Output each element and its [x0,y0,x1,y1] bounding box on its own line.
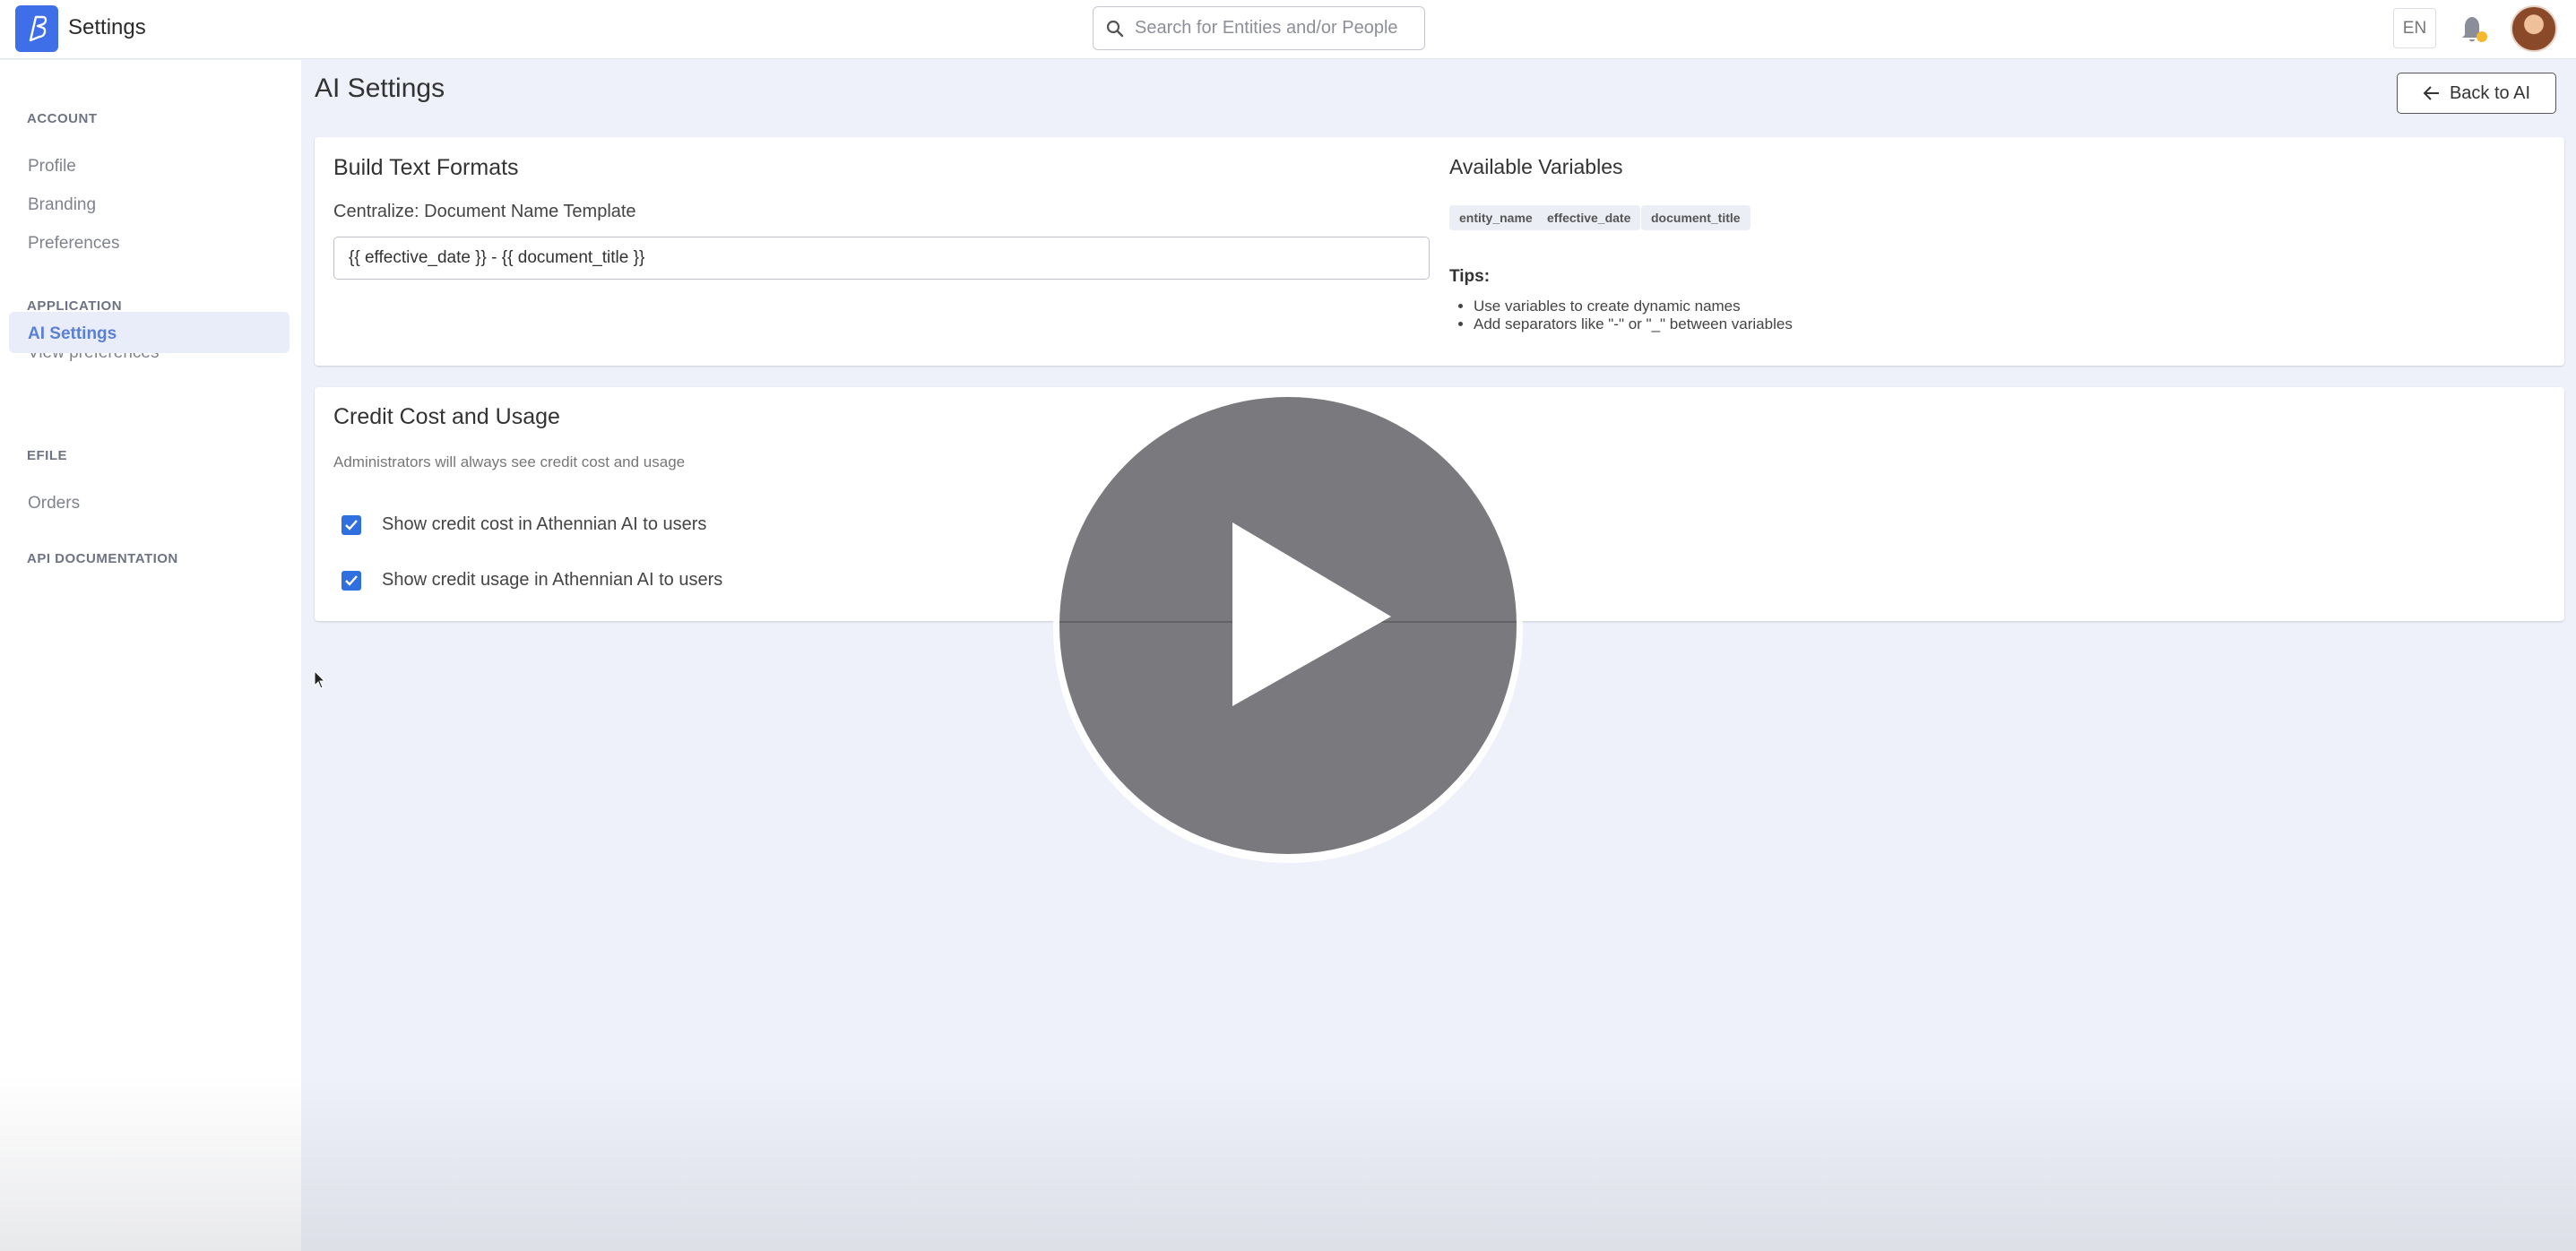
user-avatar[interactable] [2511,5,2557,52]
logo-icon [29,15,48,42]
global-search[interactable] [1093,6,1425,50]
sidebar-item-preferences[interactable]: Preferences [28,234,119,254]
credit-cost-usage-title: Credit Cost and Usage [333,404,560,429]
video-play-button[interactable] [1050,391,1526,866]
search-input[interactable] [1135,18,1404,39]
language-switcher[interactable]: EN [2393,8,2436,48]
variable-chip-document-title[interactable]: document_title [1641,205,1750,230]
sidebar-item-profile[interactable]: Profile [28,157,76,177]
sidebar-item-orders[interactable]: Orders [28,494,80,513]
tip-item: Add separators like "-" or "_" between v… [1474,315,1793,333]
available-variables-title: Available Variables [1449,155,1623,178]
app-logo[interactable] [15,5,58,52]
credit-description: Administrators will always see credit co… [333,453,686,470]
checkmark-icon [345,519,358,531]
back-to-ai-label: Back to AI [2449,82,2531,103]
sidebar-section-efile: EFILE [27,448,68,463]
checkmark-icon [345,574,358,586]
top-bar: Settings EN [0,0,2576,59]
sidebar-item-ai-settings[interactable]: AI Settings [28,324,117,344]
document-name-template-label: Centralize: Document Name Template [333,202,636,221]
tips-list: Use variables to create dynamic names Ad… [1474,298,1793,333]
tip-item: Use variables to create dynamic names [1474,298,1793,315]
tips-title: Tips: [1449,267,1491,286]
page-title: AI Settings [315,73,445,103]
search-icon [1106,20,1124,37]
mouse-cursor-icon [314,670,326,689]
show-credit-usage-label: Show credit usage in Athennian AI to use… [382,570,723,590]
build-text-formats-card: Build Text Formats Centralize: Document … [315,137,2564,366]
play-icon [1053,393,1523,863]
show-credit-usage-checkbox[interactable] [341,570,361,591]
sidebar-section-account: ACCOUNT [27,111,98,126]
show-credit-cost-option[interactable]: Show credit cost in Athennian AI to user… [341,514,706,535]
document-name-template-input[interactable] [333,237,1430,280]
sidebar-item-branding[interactable]: Branding [28,195,96,215]
show-credit-cost-label: Show credit cost in Athennian AI to user… [382,514,707,534]
show-credit-cost-checkbox[interactable] [341,514,361,535]
notifications-button[interactable] [2458,13,2490,45]
sidebar-item-api-documentation[interactable]: API DOCUMENTATION [27,551,178,566]
back-to-ai-button[interactable]: Back to AI [2397,73,2556,114]
build-text-formats-title: Build Text Formats [333,155,519,180]
variable-chip-entity-name[interactable]: entity_name [1449,205,1543,230]
arrow-left-icon [2423,86,2439,100]
show-credit-usage-option[interactable]: Show credit usage in Athennian AI to use… [341,570,722,591]
bottom-fade [0,1075,2576,1251]
app-title: Settings [68,15,146,39]
variable-chip-effective-date[interactable]: effective_date [1537,205,1641,230]
bell-icon [2462,17,2487,42]
settings-sidebar: ACCOUNT Profile Branding Preferences APP… [0,60,301,1251]
